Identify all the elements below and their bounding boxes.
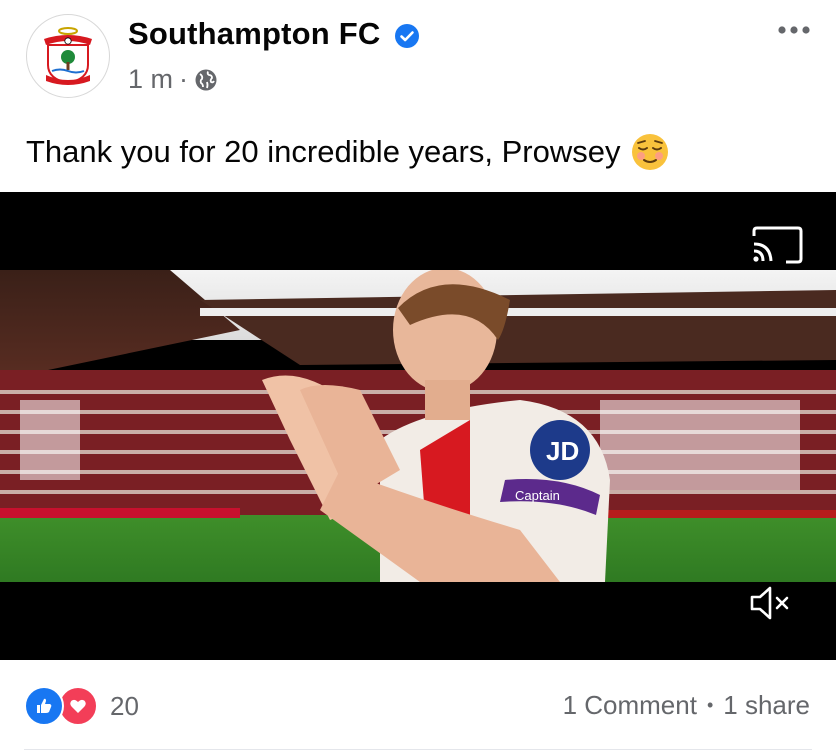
verified-badge-icon	[395, 24, 419, 48]
volume-muted-icon[interactable]	[748, 584, 794, 622]
stats-separator: •	[706, 695, 714, 715]
page-avatar[interactable]	[26, 14, 110, 98]
video-player[interactable]: JD Captain	[0, 192, 836, 660]
video-frame: JD Captain	[0, 270, 836, 582]
post-time[interactable]: 1 m	[128, 64, 173, 95]
love-icon	[58, 686, 98, 726]
reaction-count: 20	[110, 690, 139, 721]
engagement-stats: 1 Comment • 1 share	[563, 690, 810, 721]
post-header: Southampton FC 1 m ·	[0, 0, 836, 110]
page-name[interactable]: Southampton FC	[128, 16, 380, 52]
relieved-face-emoji	[632, 134, 669, 170]
globe-icon	[195, 69, 217, 90]
shares-link[interactable]: 1 share	[723, 690, 810, 721]
cast-icon[interactable]	[750, 224, 804, 266]
comments-link[interactable]: 1 Comment	[563, 690, 697, 721]
post-caption: Thank you for 20 incredible years, Prows…	[26, 132, 670, 172]
sponsor-text: JD	[546, 436, 579, 466]
caption-text: Thank you for 20 incredible years, Prows…	[26, 134, 621, 169]
post-footer: 20 1 Comment • 1 share	[0, 660, 836, 750]
meta-separator: ·	[179, 64, 189, 94]
post-meta: 1 m ·	[128, 64, 218, 95]
club-crest-logo	[44, 27, 92, 85]
more-options-icon[interactable]	[776, 18, 812, 42]
reactions-summary[interactable]: 20	[24, 686, 139, 726]
armband-text: Captain	[515, 488, 560, 503]
like-icon	[24, 686, 64, 726]
